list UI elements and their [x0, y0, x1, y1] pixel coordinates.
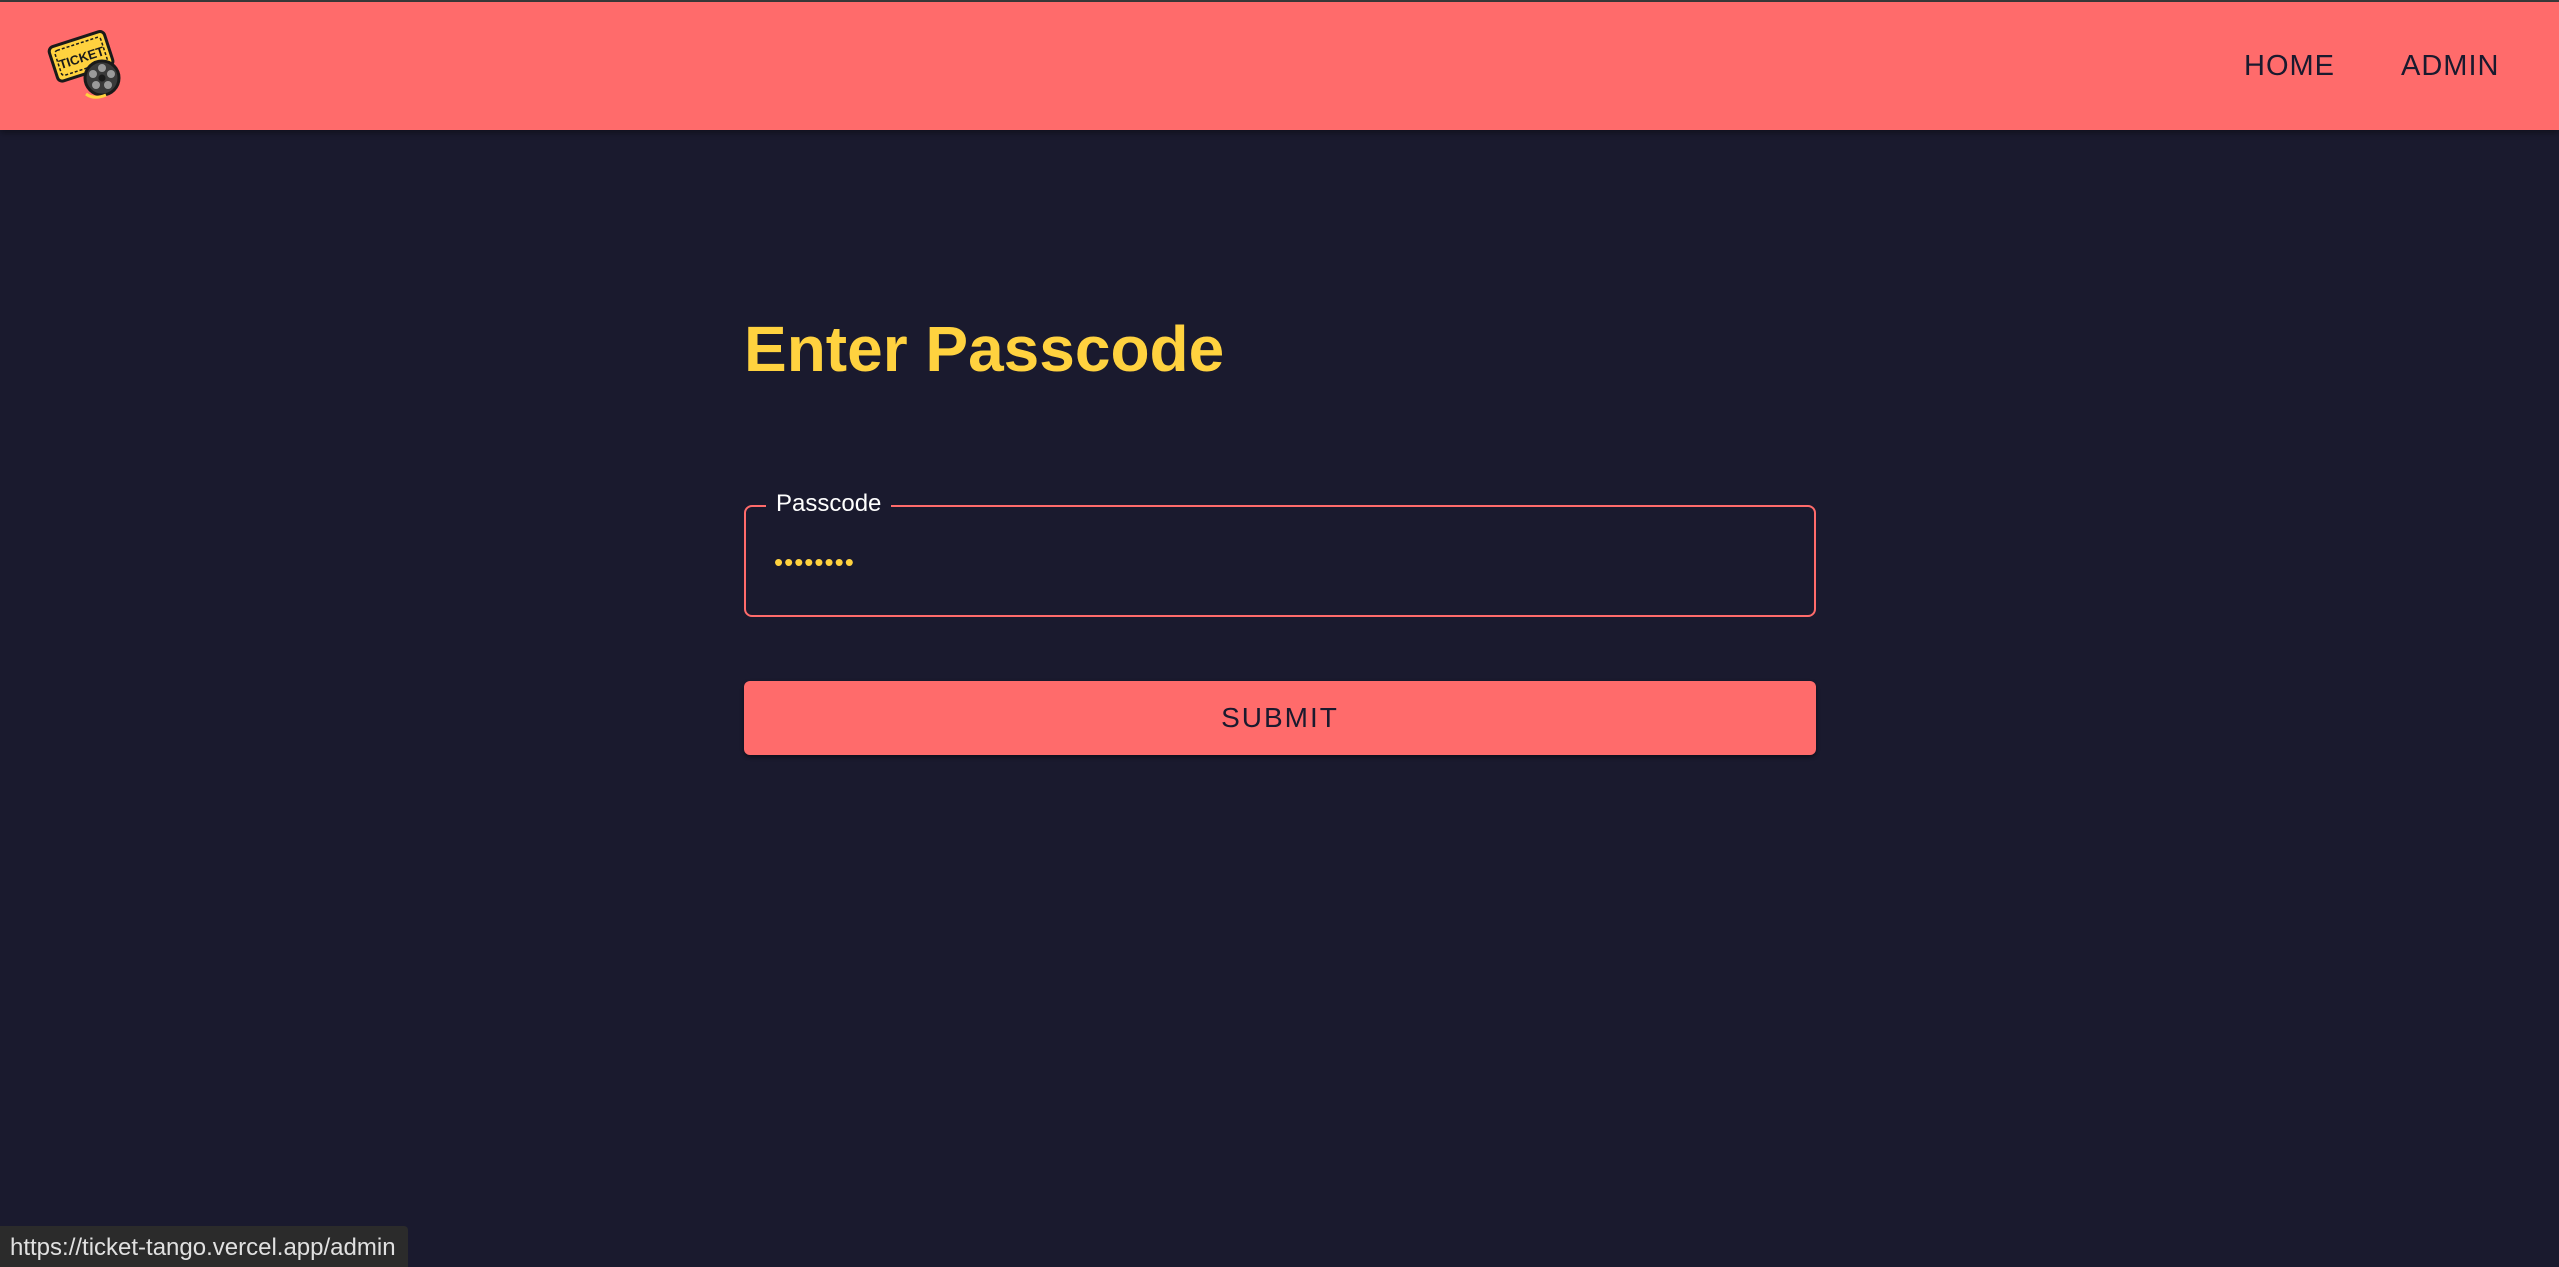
page-title: Enter Passcode: [744, 313, 1225, 385]
passcode-input[interactable]: [774, 539, 1774, 585]
passcode-label: Passcode: [766, 490, 892, 518]
navbar: TICKET HOME ADMIN: [0, 2, 2559, 130]
page: TICKET HOME ADMIN Enter Passcode Passcod…: [0, 0, 2559, 1267]
submit-button[interactable]: SUBMIT: [744, 681, 1816, 755]
nav-admin-link[interactable]: ADMIN: [2401, 50, 2499, 83]
status-bar-url: https://ticket-tango.vercel.app/admin: [0, 1226, 408, 1267]
logo[interactable]: TICKET: [46, 22, 126, 102]
passcode-field: Passcode: [744, 490, 1816, 617]
nav-home-link[interactable]: HOME: [2244, 50, 2335, 83]
ticket-logo-icon: TICKET: [47, 30, 121, 99]
